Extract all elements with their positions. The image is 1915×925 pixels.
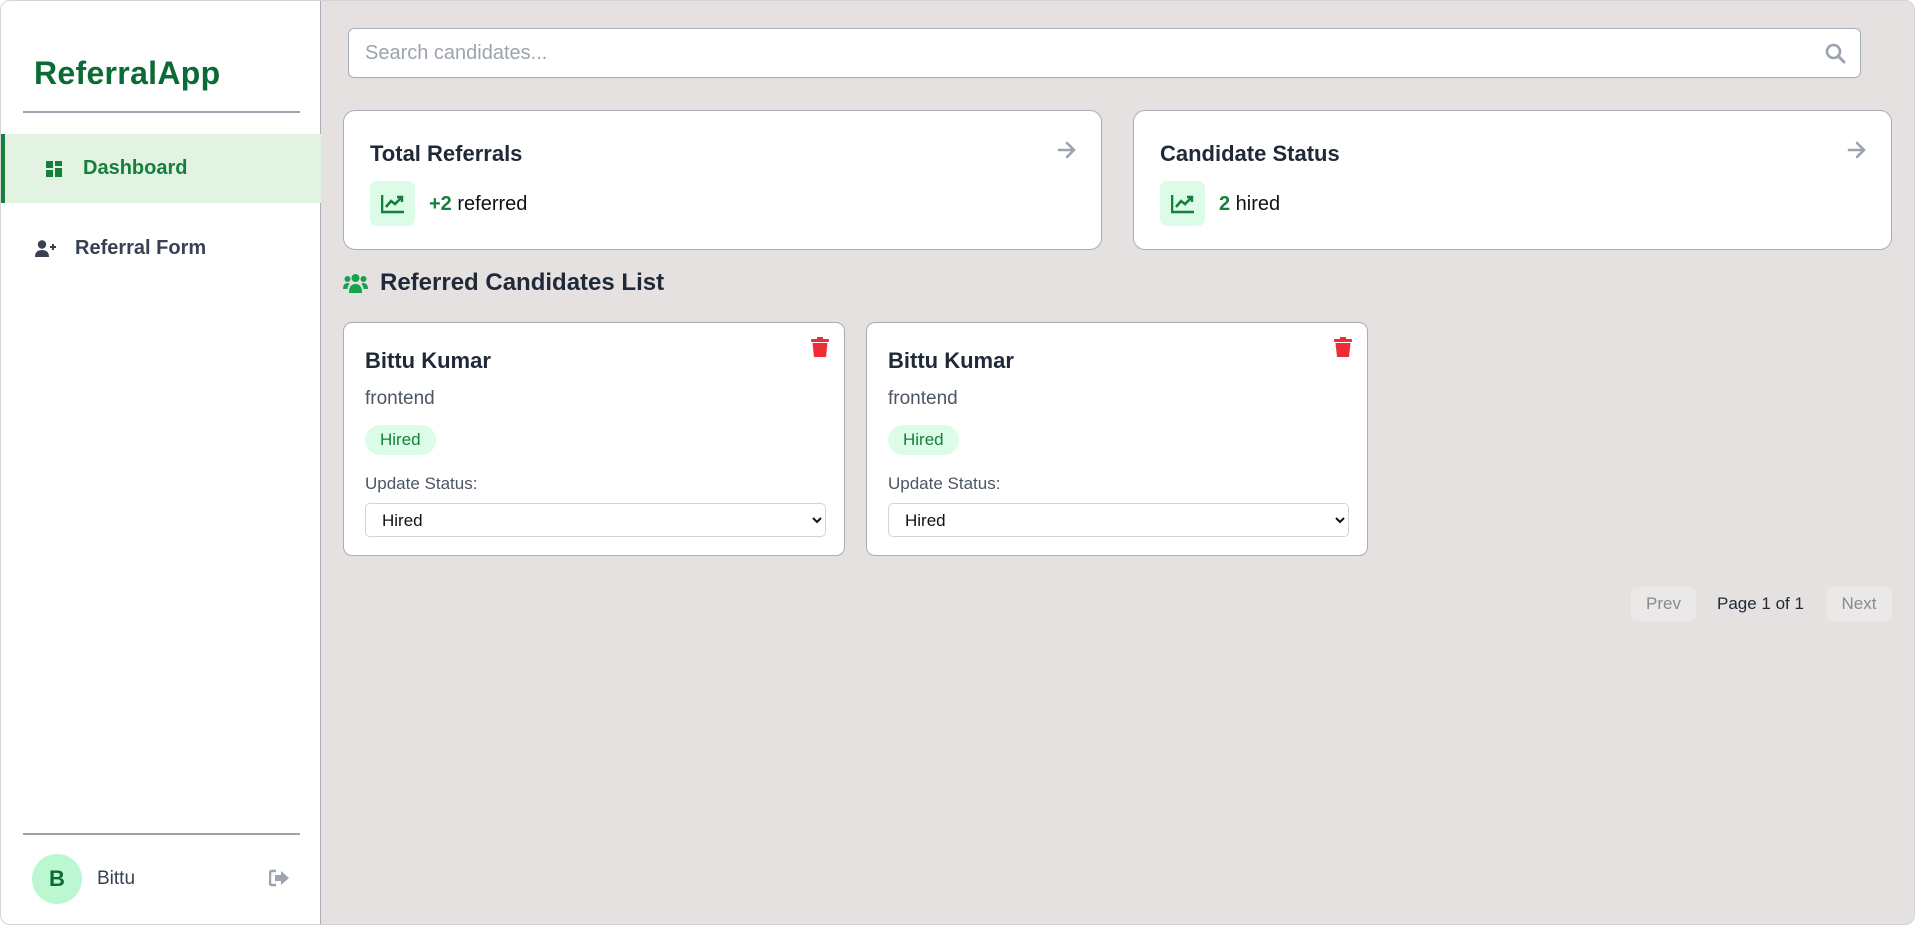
total-referrals-card[interactable]: Total Referrals +2 referred bbox=[343, 110, 1102, 250]
candidate-role: frontend bbox=[365, 388, 435, 409]
section-title: Referred Candidates List bbox=[380, 269, 665, 296]
candidate-card: Bittu Kumar frontend Hired Update Status… bbox=[343, 322, 845, 556]
user-plus-icon bbox=[35, 240, 57, 257]
status-select[interactable]: Hired bbox=[365, 503, 826, 537]
candidate-name: Bittu Kumar bbox=[365, 348, 491, 373]
sidebar-item-label: Dashboard bbox=[83, 157, 188, 179]
stat-value: +2 referred bbox=[429, 193, 528, 215]
section-heading: Referred Candidates List bbox=[343, 269, 664, 297]
sidebar-item-label: Referral Form bbox=[75, 237, 207, 259]
arrow-right-icon[interactable] bbox=[1057, 141, 1077, 164]
sidebar: ReferralApp Dashboard Referral Form B Bi… bbox=[1, 1, 321, 924]
update-status-label: Update Status: bbox=[365, 474, 478, 493]
logout-icon[interactable] bbox=[268, 869, 291, 892]
avatar: B bbox=[32, 854, 82, 904]
users-icon bbox=[343, 274, 368, 293]
divider bbox=[23, 111, 300, 113]
status-badge: Hired bbox=[365, 425, 436, 455]
sidebar-item-dashboard[interactable]: Dashboard bbox=[1, 134, 321, 203]
status-badge: Hired bbox=[888, 425, 959, 455]
candidate-status-card[interactable]: Candidate Status 2 hired bbox=[1133, 110, 1892, 250]
update-status-label: Update Status: bbox=[888, 474, 1001, 493]
status-select[interactable]: Hired bbox=[888, 503, 1349, 537]
search-bar bbox=[348, 28, 1861, 78]
trash-icon[interactable] bbox=[1334, 337, 1352, 362]
sidebar-item-referral-form[interactable]: Referral Form bbox=[1, 214, 321, 283]
stat-value: 2 hired bbox=[1219, 193, 1281, 215]
prev-button[interactable]: Prev bbox=[1631, 587, 1696, 621]
candidate-name: Bittu Kumar bbox=[888, 348, 1014, 373]
card-title: Candidate Status bbox=[1160, 141, 1340, 166]
candidate-role: frontend bbox=[888, 388, 958, 409]
divider bbox=[23, 833, 300, 835]
search-input[interactable] bbox=[349, 29, 1860, 77]
chart-line-icon bbox=[370, 181, 415, 226]
arrow-right-icon[interactable] bbox=[1847, 141, 1867, 164]
chart-line-icon bbox=[1160, 181, 1205, 226]
card-title: Total Referrals bbox=[370, 141, 523, 166]
dashboard-icon bbox=[43, 160, 65, 177]
app-window: ReferralApp Dashboard Referral Form B Bi… bbox=[0, 0, 1915, 925]
app-logo: ReferralApp bbox=[34, 55, 221, 91]
candidate-card: Bittu Kumar frontend Hired Update Status… bbox=[866, 322, 1368, 556]
search-icon[interactable] bbox=[1825, 43, 1846, 69]
user-name: Bittu bbox=[97, 868, 136, 889]
trash-icon[interactable] bbox=[811, 337, 829, 362]
page-info: Page 1 of 1 bbox=[1717, 594, 1804, 613]
next-button[interactable]: Next bbox=[1826, 587, 1892, 621]
